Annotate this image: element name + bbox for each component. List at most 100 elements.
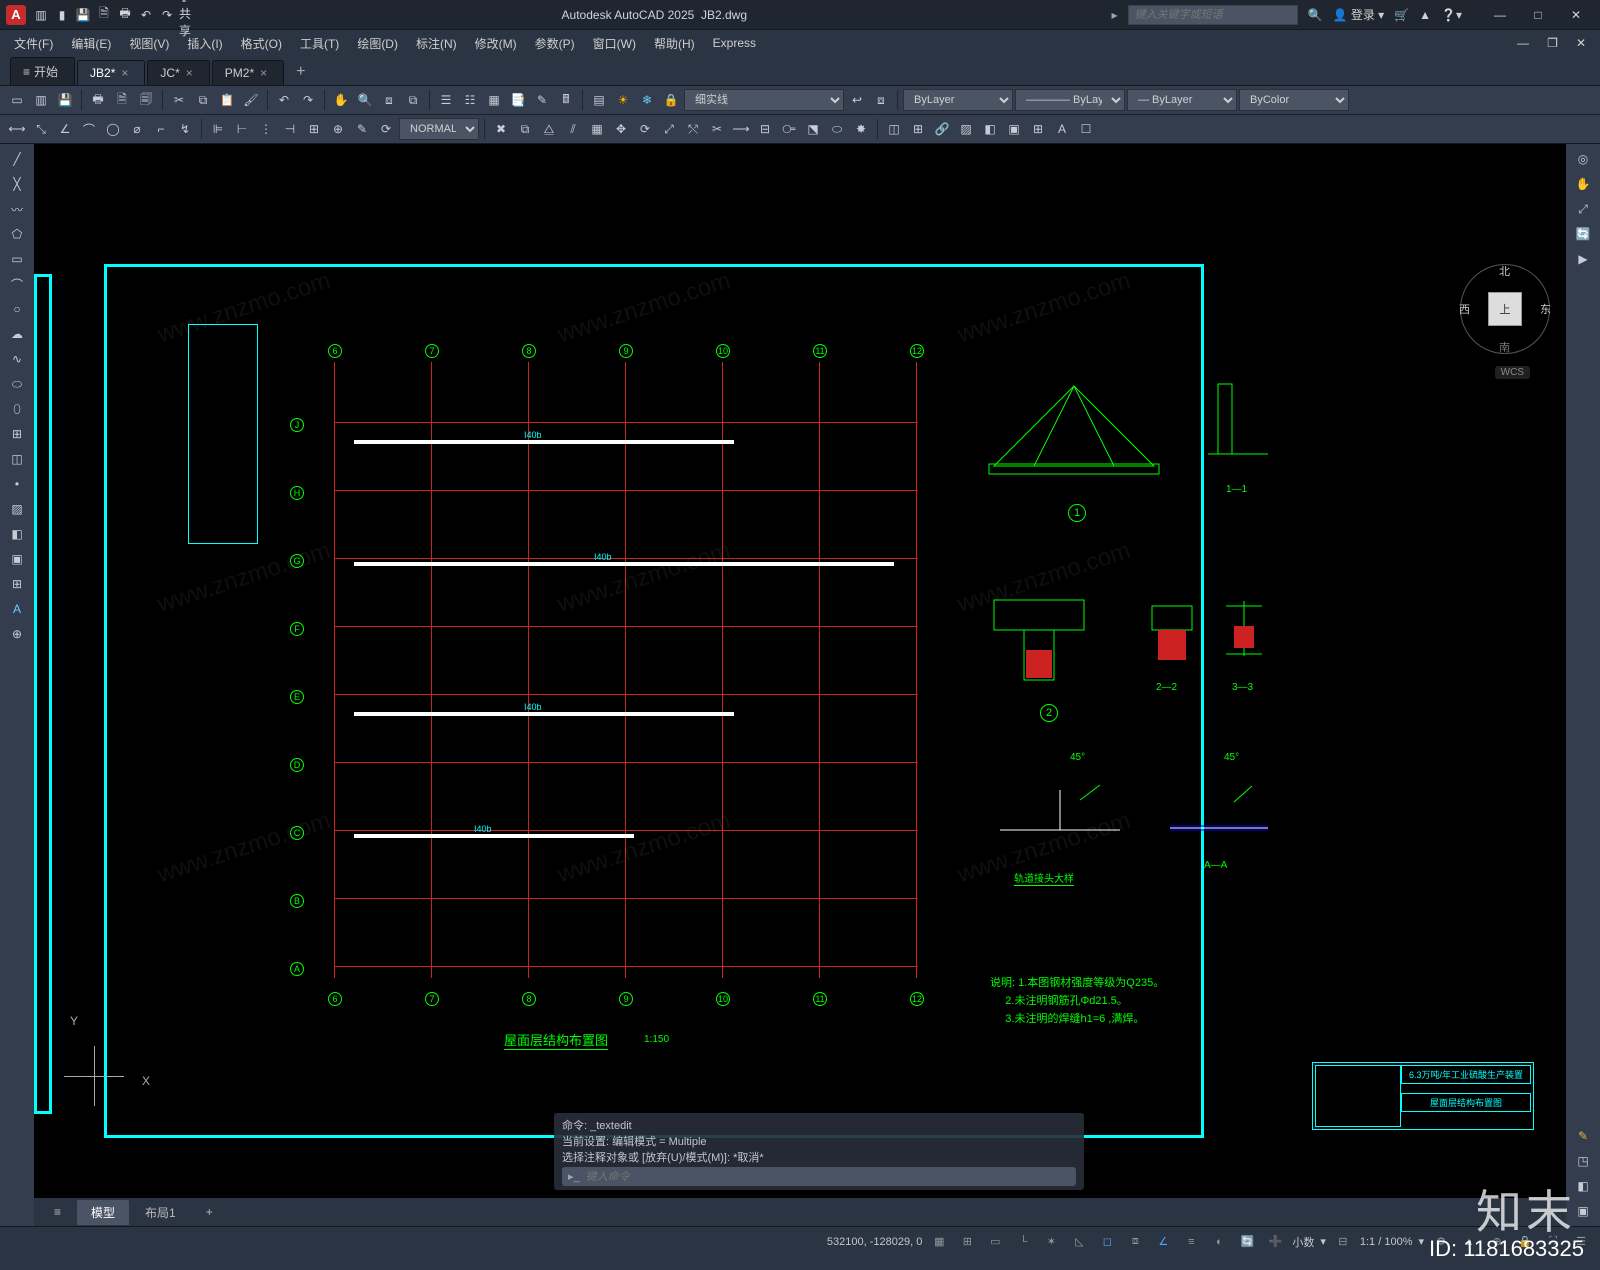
linetype-dropdown[interactable]: ———— ByLayer — [1015, 89, 1125, 111]
addsel-icon[interactable]: ⊕ — [6, 623, 28, 645]
dim-continue-icon[interactable]: ⊢ — [231, 118, 253, 140]
polygon-icon[interactable]: ⬠ — [6, 223, 28, 245]
open-icon[interactable]: ▮ — [53, 6, 71, 24]
hatch2-icon[interactable]: ▨ — [6, 498, 28, 520]
quick-calc-icon[interactable]: 🖩 — [555, 89, 577, 111]
tool-palettes-icon[interactable]: ▦ — [483, 89, 505, 111]
isodraft-icon[interactable]: ◺ — [1068, 1231, 1090, 1253]
makeblock-icon[interactable]: ◫ — [6, 448, 28, 470]
menu-window[interactable]: 窗口(W) — [585, 32, 644, 55]
layer-state-icon[interactable]: ⧈ — [870, 89, 892, 111]
copy-icon[interactable]: ⧉ — [192, 89, 214, 111]
spline-icon[interactable]: ∿ — [6, 348, 28, 370]
copy-obj-icon[interactable]: ⧉ — [514, 118, 536, 140]
menu-parametric[interactable]: 参数(P) — [527, 32, 583, 55]
cut-icon[interactable]: ✂ — [168, 89, 190, 111]
layer-on-icon[interactable]: ☀ — [612, 89, 634, 111]
join-icon[interactable]: ⧃ — [778, 118, 800, 140]
new-icon[interactable]: ▭ — [6, 89, 28, 111]
new-icon[interactable]: ▥ — [32, 6, 50, 24]
lwt-icon[interactable]: ≡ — [1180, 1231, 1202, 1253]
menu-dimension[interactable]: 标注(N) — [408, 32, 465, 55]
layout-menu-icon[interactable]: ≡ — [40, 1201, 75, 1223]
print-icon[interactable]: 🖶 — [87, 89, 109, 111]
trim-icon[interactable]: ✂ — [706, 118, 728, 140]
osnap-icon[interactable]: ◻ — [1096, 1231, 1118, 1253]
close-tab-icon[interactable]: × — [121, 66, 128, 80]
menu-modify[interactable]: 修改(M) — [467, 32, 525, 55]
steering-wheel-icon[interactable]: ◎ — [1572, 148, 1594, 170]
clip-icon[interactable]: ◳ — [1572, 1150, 1594, 1172]
insert-icon[interactable]: ⊞ — [907, 118, 929, 140]
dim-radius-icon[interactable]: ◯ — [102, 118, 124, 140]
redo-icon[interactable]: ↷ — [297, 89, 319, 111]
tab-layout1[interactable]: 布局1 — [131, 1200, 190, 1225]
menu-help[interactable]: 帮助(H) — [646, 32, 703, 55]
extend-icon[interactable]: ⟶ — [730, 118, 752, 140]
undo-icon[interactable]: ↶ — [273, 89, 295, 111]
publish-icon[interactable]: 🗐 — [135, 89, 157, 111]
ellipse-icon[interactable]: ⬭ — [6, 373, 28, 395]
drawing-canvas[interactable]: I40b I40b I40b I40b 6 7 8 9 10 11 12 6 7… — [34, 144, 1600, 1226]
dim-ordinate-icon[interactable]: ⌐ — [150, 118, 172, 140]
app-icon[interactable]: A — [6, 5, 26, 25]
dim-update-icon[interactable]: ⟳ — [375, 118, 397, 140]
dim-jogged-icon[interactable]: ↯ — [174, 118, 196, 140]
login-button[interactable]: 👤 登录 ▾ — [1333, 6, 1385, 23]
scale-readout[interactable]: 1:1 / 100% — [1360, 1236, 1413, 1248]
menu-format[interactable]: 格式(O) — [233, 32, 290, 55]
explode-icon[interactable]: ✸ — [850, 118, 872, 140]
gradient-icon[interactable]: ◧ — [979, 118, 1001, 140]
save-icon[interactable]: 💾 — [74, 6, 92, 24]
help-search-input[interactable] — [1128, 5, 1298, 25]
ortho-icon[interactable]: └ — [1012, 1231, 1034, 1253]
search-icon[interactable]: 🔍 — [1308, 8, 1323, 22]
mtext-icon[interactable]: A — [1051, 118, 1073, 140]
zoom-ext-icon[interactable]: ⤢ — [1572, 198, 1594, 220]
markup-icon[interactable]: ✎ — [531, 89, 553, 111]
chamfer-icon[interactable]: ⬔ — [802, 118, 824, 140]
block-icon[interactable]: ◫ — [883, 118, 905, 140]
lineweight-dropdown[interactable]: — ByLayer — [1127, 89, 1237, 111]
view-cube[interactable]: 北 南 东 西 上 — [1460, 264, 1550, 354]
xline-icon[interactable]: ╳ — [6, 173, 28, 195]
dim-edit-icon[interactable]: ✎ — [351, 118, 373, 140]
snap-icon[interactable]: ▭ — [984, 1231, 1006, 1253]
properties-icon[interactable]: ☰ — [435, 89, 457, 111]
layer-props-icon[interactable]: ▤ — [588, 89, 610, 111]
quickprops-icon[interactable]: ⊟ — [1332, 1231, 1354, 1253]
text-icon[interactable]: A — [6, 598, 28, 620]
command-input[interactable] — [586, 1171, 1070, 1183]
scale-icon[interactable]: ⤢ — [658, 118, 680, 140]
dim-aligned-icon[interactable]: ⤡ — [30, 118, 52, 140]
ellipsearc-icon[interactable]: ⬯ — [6, 398, 28, 420]
tab-model[interactable]: 模型 — [77, 1200, 129, 1225]
add-tab-button[interactable]: + — [286, 59, 315, 85]
match-icon[interactable]: 🖌 — [240, 89, 262, 111]
units-readout[interactable]: 小数 — [1292, 1234, 1314, 1250]
grid-icon[interactable]: ⊞ — [956, 1231, 978, 1253]
add-layout-button[interactable]: + — [192, 1201, 227, 1223]
tolerance-icon[interactable]: ⊞ — [303, 118, 325, 140]
tab-jb2[interactable]: JB2*× — [77, 60, 145, 85]
layer-prev-icon[interactable]: ↩ — [846, 89, 868, 111]
point-icon[interactable]: • — [6, 473, 28, 495]
line-icon[interactable]: ╱ — [6, 148, 28, 170]
hatch-icon[interactable]: ▨ — [955, 118, 977, 140]
tab-pm2[interactable]: PM2*× — [212, 60, 284, 85]
menu-express[interactable]: Express — [705, 33, 764, 53]
table-icon[interactable]: ⊞ — [1027, 118, 1049, 140]
showmotion-icon[interactable]: ▶ — [1572, 248, 1594, 270]
doc-close-icon[interactable]: ✕ — [1568, 33, 1594, 53]
zoom-icon[interactable]: 🔍 — [354, 89, 376, 111]
cart-icon[interactable]: 🛒 — [1394, 8, 1409, 22]
layer-freeze-icon[interactable]: ❄ — [636, 89, 658, 111]
doc-restore-icon[interactable]: ❐ — [1539, 33, 1566, 53]
cycle-icon[interactable]: 🔄 — [1236, 1231, 1258, 1253]
tab-jc[interactable]: JC*× — [147, 60, 209, 85]
rotate-icon[interactable]: ⟳ — [634, 118, 656, 140]
gradient2-icon[interactable]: ◧ — [6, 523, 28, 545]
dim-break-icon[interactable]: ⊣ — [279, 118, 301, 140]
dim-angular-icon[interactable]: ∠ — [54, 118, 76, 140]
close-button[interactable]: ✕ — [1558, 3, 1594, 27]
